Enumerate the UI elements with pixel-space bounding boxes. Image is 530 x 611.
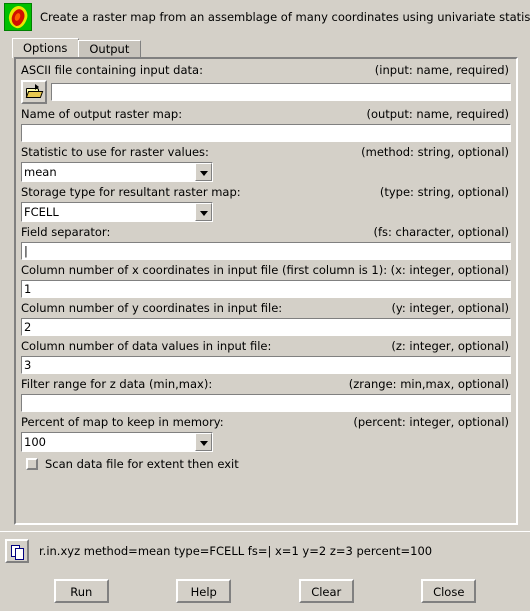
tab-strip: Options Output: [12, 36, 530, 58]
y-value: 2: [24, 320, 32, 334]
raster-map-icon: [4, 3, 32, 31]
method-row-label: Statistic to use for raster values: (met…: [21, 145, 511, 162]
percent-hint: (percent: integer, optional): [353, 415, 509, 429]
y-hint: (y: integer, optional): [391, 301, 509, 315]
type-row-label: Storage type for resultant raster map: (…: [21, 185, 511, 202]
type-hint: (type: string, optional): [379, 185, 509, 199]
method-hint: (method: string, optional): [361, 145, 509, 159]
percent-label: Percent of map to keep in memory:: [21, 415, 224, 429]
dialog-button-bar: Run Help Clear Close: [0, 571, 530, 611]
z-value: 3: [24, 358, 32, 372]
run-button[interactable]: Run: [53, 579, 109, 603]
command-text: r.in.xyz method=mean type=FCELL fs=| x=1…: [39, 543, 433, 558]
tab-options-label: Options: [23, 41, 68, 55]
command-bar: r.in.xyz method=mean type=FCELL fs=| x=1…: [0, 531, 530, 569]
z-field[interactable]: 3: [21, 356, 511, 374]
chevron-down-icon[interactable]: [195, 163, 212, 181]
x-hint: (x: integer, optional): [390, 263, 509, 277]
z-row-label: Column number of data values in input fi…: [21, 339, 511, 356]
fs-row-label: Field separator: (fs: character, optiona…: [21, 225, 511, 242]
x-row-label: Column number of x coordinates in input …: [21, 263, 511, 280]
chevron-down-icon[interactable]: [195, 433, 212, 451]
zrange-label: Filter range for z data (min,max):: [21, 377, 213, 391]
y-field[interactable]: 2: [21, 318, 511, 336]
options-panel: ASCII file containing input data: (input…: [14, 57, 518, 525]
input-file-row: [21, 80, 511, 104]
y-label: Column number of y coordinates in input …: [21, 301, 283, 315]
zrange-row-label: Filter range for z data (min,max): (zran…: [21, 377, 511, 394]
percent-row-label: Percent of map to keep in memory: (perce…: [21, 415, 511, 432]
output-hint: (output: name, required): [366, 107, 509, 121]
browse-button[interactable]: [21, 80, 47, 104]
copy-command-button[interactable]: [5, 538, 29, 563]
output-field[interactable]: [21, 124, 511, 142]
output-label: Name of output raster map:: [21, 107, 183, 121]
clear-button[interactable]: Clear: [298, 579, 354, 603]
x-value: 1: [24, 282, 32, 296]
fs-label: Field separator:: [21, 225, 111, 239]
method-select[interactable]: mean: [21, 162, 213, 182]
input-file-hint: (input: name, required): [374, 63, 509, 77]
type-label: Storage type for resultant raster map:: [21, 185, 241, 199]
fs-field[interactable]: |: [21, 242, 511, 260]
tab-output-label: Output: [89, 42, 130, 56]
page-title: Create a raster map from an assemblage o…: [40, 10, 530, 24]
input-file-field[interactable]: [51, 83, 511, 101]
input-file-row-label: ASCII file containing input data: (input…: [21, 63, 511, 80]
x-field[interactable]: 1: [21, 280, 511, 298]
help-button[interactable]: Help: [176, 579, 232, 603]
zrange-hint: (zrange: min,max, optional): [348, 377, 509, 391]
percent-value: 100: [22, 433, 195, 451]
chevron-down-icon[interactable]: [195, 203, 212, 221]
fs-hint: (fs: character, optional): [373, 225, 509, 239]
open-folder-icon: [25, 84, 44, 98]
input-file-label: ASCII file containing input data:: [21, 63, 203, 77]
fs-value: |: [24, 244, 28, 258]
type-select[interactable]: FCELL: [21, 202, 213, 222]
y-row-label: Column number of y coordinates in input …: [21, 301, 511, 318]
z-label: Column number of data values in input fi…: [21, 339, 272, 353]
percent-select[interactable]: 100: [21, 432, 213, 452]
method-label: Statistic to use for raster values:: [21, 145, 209, 159]
method-value: mean: [22, 163, 195, 181]
window-header: Create a raster map from an assemblage o…: [0, 0, 530, 36]
scan-checkbox-label: Scan data file for extent then exit: [45, 457, 239, 471]
z-hint: (z: integer, optional): [391, 339, 509, 353]
x-label: Column number of x coordinates in input …: [21, 263, 388, 277]
close-button[interactable]: Close: [421, 579, 477, 603]
tab-output[interactable]: Output: [78, 40, 142, 58]
scan-checkbox[interactable]: [26, 458, 38, 470]
type-value: FCELL: [22, 203, 195, 221]
scan-checkbox-row[interactable]: Scan data file for extent then exit: [21, 457, 511, 471]
tab-options[interactable]: Options: [12, 38, 80, 58]
zrange-field[interactable]: [21, 394, 511, 412]
output-row-label: Name of output raster map: (output: name…: [21, 107, 511, 124]
